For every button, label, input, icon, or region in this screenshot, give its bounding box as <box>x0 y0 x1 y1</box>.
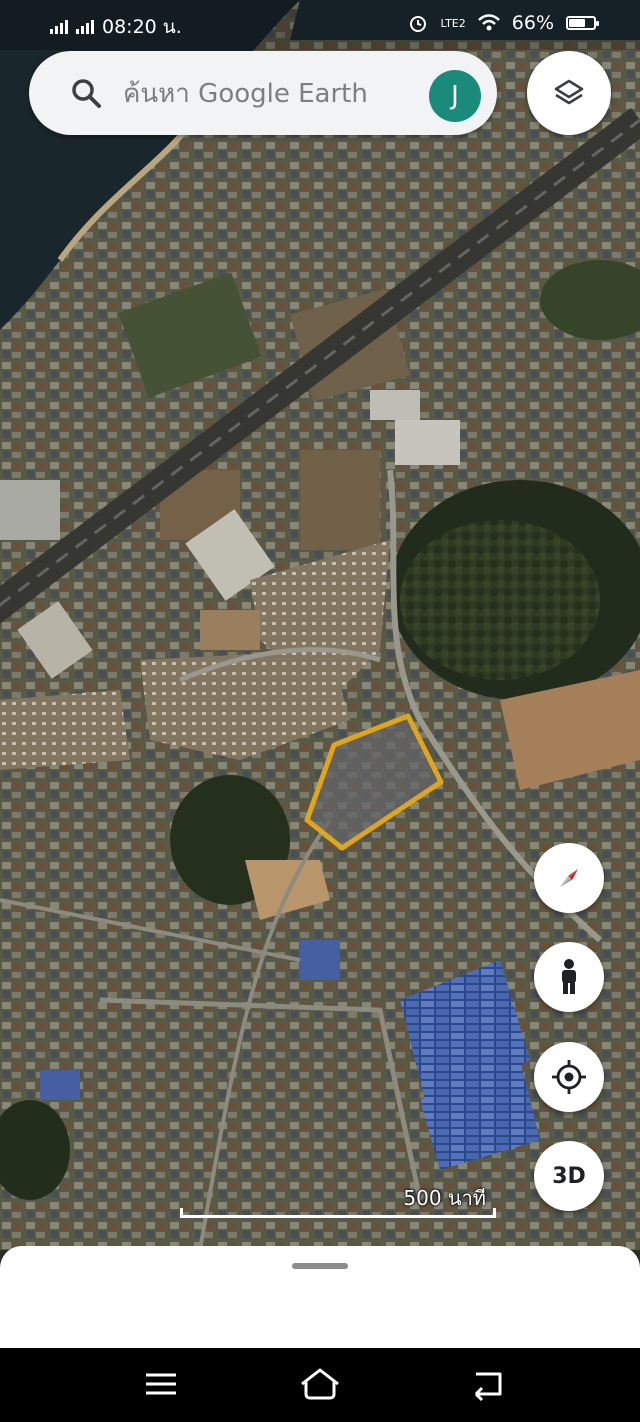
layers-button[interactable] <box>527 51 611 135</box>
status-bar: 08:20 น. LTE2 66% <box>0 0 640 50</box>
search-input[interactable] <box>121 69 425 119</box>
status-time: 08:20 น. <box>102 16 182 38</box>
search-bar[interactable]: J <box>29 51 497 135</box>
back-icon[interactable] <box>466 1364 510 1404</box>
battery-percent: 66% <box>511 12 554 34</box>
sheet-drag-handle[interactable] <box>292 1263 348 1269</box>
pegman-icon <box>562 959 576 994</box>
compass-icon <box>560 869 578 887</box>
home-icon[interactable] <box>298 1364 342 1404</box>
alarm-icon <box>410 16 427 32</box>
menu-icon[interactable] <box>139 1364 183 1404</box>
battery-icon <box>566 16 599 30</box>
bottom-sheet[interactable] <box>0 1246 640 1348</box>
account-avatar[interactable]: J <box>429 70 481 122</box>
layers-icon <box>554 79 584 105</box>
my-location-button[interactable] <box>534 1042 604 1112</box>
network-label: LTE2 <box>440 16 466 30</box>
3d-view-button[interactable]: 3D <box>534 1141 604 1211</box>
search-icon[interactable] <box>69 76 103 110</box>
3d-label: 3D <box>552 1163 586 1189</box>
wifi-icon <box>477 14 500 31</box>
navigation-bar <box>0 1348 640 1422</box>
street-view-button[interactable] <box>534 942 604 1012</box>
my-location-icon <box>552 1060 586 1094</box>
scale-bar: 500 นาที <box>180 1180 496 1220</box>
signal-icon <box>50 20 68 34</box>
signal-icon-2 <box>76 20 94 34</box>
scale-line <box>180 1208 496 1218</box>
avatar-initial: J <box>451 81 459 111</box>
compass-button[interactable] <box>534 843 604 913</box>
